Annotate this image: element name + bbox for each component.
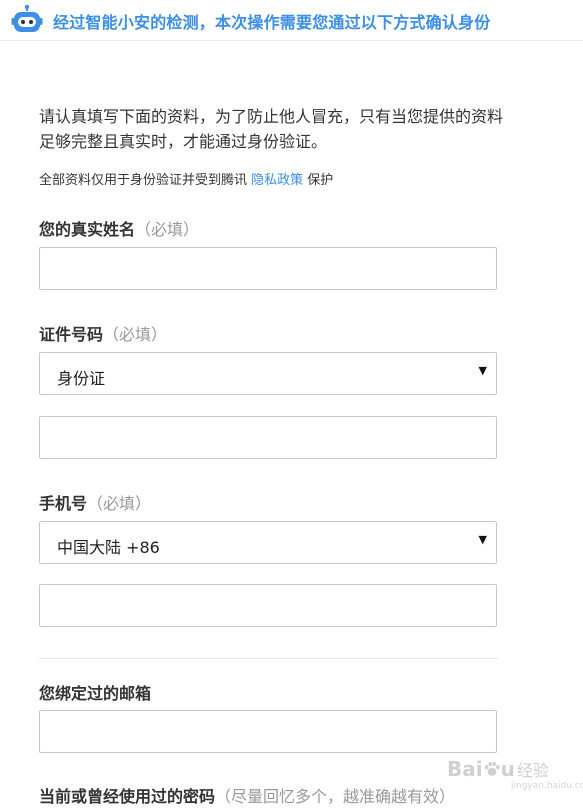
phone-label: 手机号（必填） (39, 490, 151, 514)
dropdown-arrow-icon: ▼ (478, 533, 487, 546)
paw-icon (484, 761, 500, 776)
email-label: 您绑定过的邮箱 (39, 680, 151, 704)
id-number-field[interactable] (39, 416, 497, 459)
phone-region-value: 中国大陆 +86 (57, 538, 160, 557)
phone-region-select[interactable]: 中国大陆 +86 ▼ (39, 521, 497, 564)
id-number-input[interactable] (40, 417, 496, 458)
name-input[interactable] (40, 248, 496, 289)
section-divider (39, 658, 498, 659)
phone-required-hint: （必填） (87, 494, 152, 513)
id-required-hint: （必填） (103, 325, 168, 344)
password-label: 当前或曾经使用过的密码（尽量回忆多个，越准确越有效） (39, 783, 455, 807)
watermark-sub: jingyan.baidu.com (511, 781, 583, 791)
name-required-hint: （必填） (135, 220, 200, 239)
baidu-jingyan-watermark: Bai u经验 jingyan.baidu.com (447, 757, 583, 791)
phone-number-input[interactable] (40, 585, 496, 626)
privacy-policy-link[interactable]: 隐私政策 (251, 173, 303, 188)
password-label-text: 当前或曾经使用过的密码 (39, 787, 216, 806)
id-type-value: 身份证 (57, 369, 106, 388)
watermark-brand: Bai (447, 757, 483, 781)
watermark-brand-end: u (500, 757, 515, 781)
id-label-text: 证件号码 (39, 325, 104, 344)
privacy-suffix: 保护 (303, 173, 334, 188)
intro-text: 请认真填写下面的资料，为了防止他人冒充，只有当您提供的资料足够完整且真实时，才能… (39, 107, 504, 151)
id-type-select[interactable]: 身份证 ▼ (39, 352, 497, 395)
email-input[interactable] (40, 711, 496, 752)
robot-icon (11, 4, 43, 32)
name-label: 您的真实姓名（必填） (39, 216, 199, 240)
header-title: 经过智能小安的检测，本次操作需要您通过以下方式确认身份 (53, 13, 491, 32)
name-label-text: 您的真实姓名 (39, 220, 136, 239)
email-field[interactable] (39, 710, 497, 753)
id-label: 证件号码（必填） (39, 321, 167, 345)
phone-number-field[interactable] (39, 584, 497, 627)
privacy-note: 全部资料仅用于身份验证并受到腾讯 隐私政策 保护 (39, 169, 333, 188)
dropdown-arrow-icon: ▼ (478, 364, 487, 377)
email-label-text: 您绑定过的邮箱 (39, 684, 152, 703)
privacy-prefix: 全部资料仅用于身份验证并受到腾讯 (39, 173, 252, 188)
page-header: 经过智能小安的检测，本次操作需要您通过以下方式确认身份 (0, 0, 583, 41)
name-field[interactable] (39, 247, 497, 290)
password-hint: （尽量回忆多个，越准确越有效） (215, 787, 456, 806)
watermark-cn: 经验 (516, 761, 549, 780)
phone-label-text: 手机号 (39, 494, 88, 513)
